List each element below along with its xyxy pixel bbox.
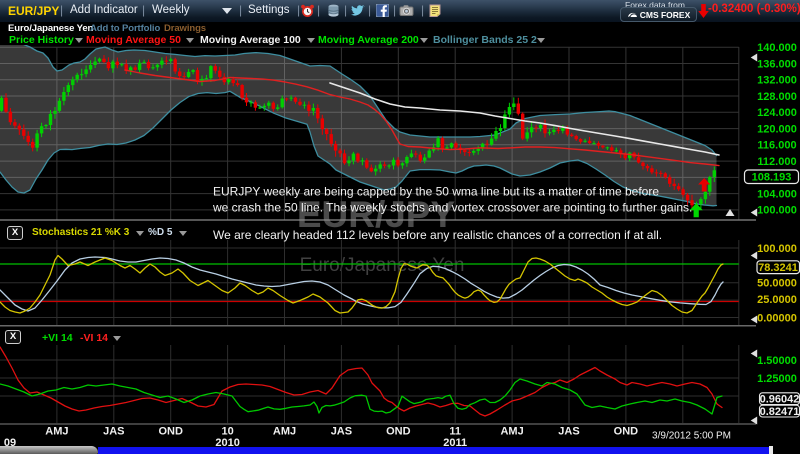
svg-text:EURJPY weekly are being capped: EURJPY weekly are being capped by the 50… bbox=[213, 185, 659, 199]
svg-text:Euro/Japanese Yen: Euro/Japanese Yen bbox=[300, 255, 465, 276]
svg-text:10: 10 bbox=[221, 426, 233, 438]
svg-text:25.0000: 25.0000 bbox=[757, 294, 797, 306]
svg-text:3/9/2012 5:00 PM: 3/9/2012 5:00 PM bbox=[652, 431, 731, 442]
svg-text:JAS: JAS bbox=[558, 426, 579, 438]
svg-text:AMJ: AMJ bbox=[273, 426, 296, 438]
svg-text:11: 11 bbox=[449, 426, 461, 438]
svg-text:OND: OND bbox=[386, 426, 411, 438]
svg-text:108.193: 108.193 bbox=[752, 172, 792, 184]
svg-text:112.000: 112.000 bbox=[757, 156, 796, 168]
svg-text:100.000: 100.000 bbox=[757, 243, 797, 255]
svg-text:120.000: 120.000 bbox=[757, 123, 797, 135]
svg-text:JAS: JAS bbox=[331, 426, 352, 438]
svg-text:136.000: 136.000 bbox=[757, 58, 797, 70]
svg-text:116.000: 116.000 bbox=[757, 140, 796, 152]
svg-text:JAS: JAS bbox=[103, 426, 124, 438]
svg-text:140.000: 140.000 bbox=[757, 42, 797, 54]
svg-text:OND: OND bbox=[158, 426, 183, 438]
svg-text:78.3241: 78.3241 bbox=[758, 262, 798, 274]
svg-text:0.82471: 0.82471 bbox=[760, 406, 800, 418]
svg-text:124.000: 124.000 bbox=[757, 107, 797, 119]
svg-text:we crash the 50 line. The week: we crash the 50 line. The weekly stochs … bbox=[212, 201, 692, 215]
svg-text:1.25000: 1.25000 bbox=[757, 373, 797, 385]
svg-text:OND: OND bbox=[614, 426, 639, 438]
svg-text:We are clearly headed 112 leve: We are clearly headed 112 levels before … bbox=[213, 228, 662, 242]
svg-text:AMJ: AMJ bbox=[500, 426, 523, 438]
svg-text:100.000: 100.000 bbox=[757, 205, 797, 217]
svg-text:AMJ: AMJ bbox=[45, 426, 68, 438]
svg-text:0.00000: 0.00000 bbox=[757, 312, 797, 324]
svg-text:128.000: 128.000 bbox=[757, 91, 797, 103]
svg-text:0.96042: 0.96042 bbox=[760, 394, 800, 406]
svg-text:1.50000: 1.50000 bbox=[757, 355, 797, 367]
svg-text:50.0000: 50.0000 bbox=[757, 278, 797, 290]
svg-text:132.000: 132.000 bbox=[757, 75, 797, 87]
svg-text:104.000: 104.000 bbox=[757, 188, 797, 200]
